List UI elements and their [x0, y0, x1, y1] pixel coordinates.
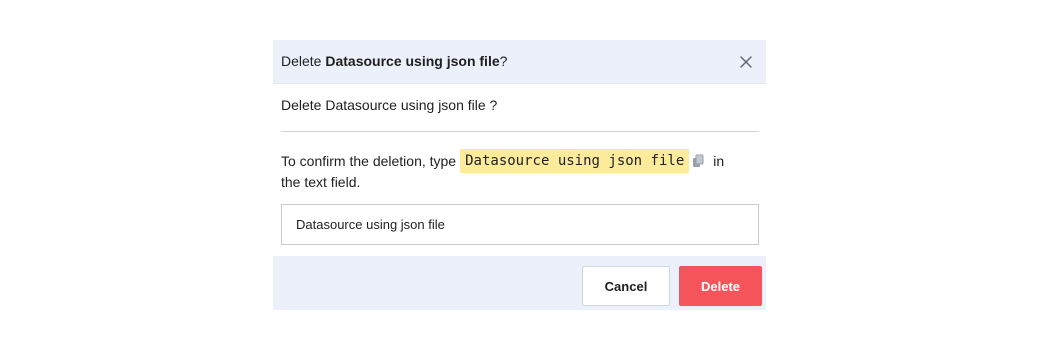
dialog-footer: Cancel Delete — [273, 256, 766, 310]
confirm-instructions: To confirm the deletion, type Datasource… — [281, 149, 724, 173]
confirm-code-chip: Datasource using json file — [460, 149, 690, 173]
close-icon — [740, 56, 752, 68]
confirm-instructions-line2: the text field. — [281, 174, 361, 190]
confirm-instructions-in: in — [713, 153, 725, 169]
close-button[interactable] — [737, 53, 755, 71]
dialog-title-prefix: Delete — [281, 53, 326, 69]
cancel-button[interactable]: Cancel — [582, 266, 670, 306]
delete-datasource-dialog: Delete Datasource using json file? Delet… — [273, 40, 766, 310]
dialog-title-suffix: ? — [499, 53, 508, 69]
delete-button[interactable]: Delete — [679, 266, 762, 306]
confirm-name-input[interactable] — [281, 204, 759, 245]
dialog-title: Delete Datasource using json file? — [281, 53, 507, 69]
dialog-header: Delete Datasource using json file? — [273, 40, 766, 84]
divider — [281, 131, 759, 132]
copy-button[interactable] — [691, 154, 705, 168]
confirm-instructions-text: To confirm the deletion, type — [281, 153, 457, 169]
dialog-subtitle: Delete Datasource using json file ? — [281, 97, 498, 113]
copy-icon — [693, 154, 704, 167]
dialog-title-datasource-name: Datasource using json file — [325, 53, 500, 69]
